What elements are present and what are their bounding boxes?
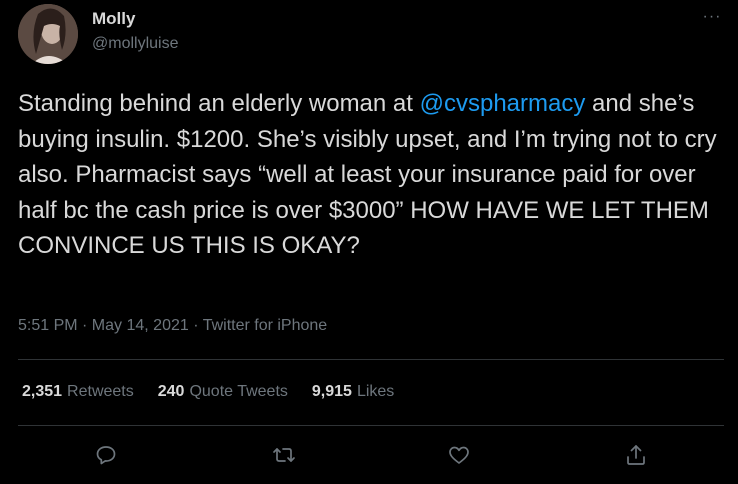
divider [18, 425, 724, 426]
heart-icon [449, 446, 469, 464]
retweet-button[interactable] [269, 440, 299, 470]
quote-tweets-stat[interactable]: 240 Quote Tweets [158, 383, 288, 401]
quote-tweets-count: 240 [157, 383, 185, 400]
tweet-text-before: Standing behind an elderly woman at [18, 90, 420, 117]
likes-label: Likes [356, 383, 395, 400]
reply-button[interactable] [91, 440, 121, 470]
author-name[interactable]: Molly [92, 9, 135, 29]
tweet: Molly @mollyluise ··· Standing behind an… [0, 0, 738, 484]
avatar-photo [18, 4, 78, 64]
share-icon [627, 445, 645, 465]
reply-icon [96, 446, 116, 465]
likes-stat[interactable]: 9,915 Likes [312, 383, 394, 401]
like-button[interactable] [444, 440, 474, 470]
mention-link[interactable]: @cvspharmacy [420, 90, 586, 117]
tweet-text: Standing behind an elderly woman at @cvs… [18, 86, 718, 264]
tweet-meta[interactable]: 5:51 PM · May 14, 2021 · Twitter for iPh… [18, 317, 327, 335]
retweets-label: Retweets [67, 383, 134, 400]
more-options-icon[interactable]: ··· [698, 8, 726, 28]
retweets-stat[interactable]: 2,351 Retweets [22, 383, 134, 401]
share-button[interactable] [621, 440, 651, 470]
author-handle[interactable]: @mollyluise [92, 35, 178, 53]
tweet-stats: 2,351 Retweets 240 Quote Tweets 9,915 Likes [22, 383, 418, 401]
retweets-count: 2,351 [22, 383, 63, 400]
divider [18, 359, 724, 360]
avatar[interactable] [18, 4, 78, 64]
retweet-icon [273, 448, 295, 462]
quote-tweets-label: Quote Tweets [189, 383, 288, 400]
likes-count: 9,915 [311, 383, 352, 400]
